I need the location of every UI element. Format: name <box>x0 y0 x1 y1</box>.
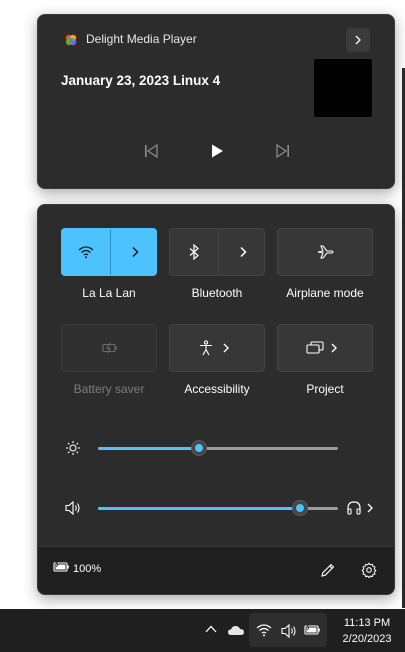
battery-saver-tile-label: Battery saver <box>73 382 145 396</box>
album-art <box>314 59 372 117</box>
project-display-icon <box>306 341 337 354</box>
accessibility-tile[interactable] <box>169 324 265 372</box>
wifi-expand-button[interactable] <box>111 229 158 275</box>
bluetooth-toggle-button[interactable] <box>170 229 218 275</box>
battery-saver-icon <box>102 342 117 354</box>
system-tray-quick-settings-button[interactable] <box>249 613 327 647</box>
show-hidden-icons-button[interactable] <box>205 624 217 634</box>
media-track-title: January 23, 2023 Linux 4 <box>61 73 221 88</box>
chevron-right-icon <box>355 35 361 45</box>
media-app-name: Delight Media Player <box>86 32 197 46</box>
speaker-volume-icon <box>64 500 82 516</box>
brightness-slider-fill <box>98 447 199 450</box>
battery-percentage: 100% <box>73 563 102 575</box>
next-track-button[interactable] <box>271 139 295 163</box>
media-controls <box>38 139 394 163</box>
battery-saver-tile[interactable] <box>61 324 157 372</box>
volume-slider[interactable] <box>98 501 338 515</box>
next-track-icon <box>276 143 289 159</box>
brightness-slider-thumb[interactable] <box>191 441 206 455</box>
bluetooth-icon <box>189 244 199 260</box>
bluetooth-expand-button[interactable] <box>219 229 266 275</box>
media-flyout: Delight Media Player January 23, 2023 Li… <box>37 14 395 189</box>
bluetooth-tile <box>169 228 265 276</box>
previous-track-icon <box>145 143 158 159</box>
brightness-slider[interactable] <box>98 441 338 455</box>
headphones-icon <box>347 501 373 515</box>
chevron-right-icon <box>239 246 247 258</box>
clock-date: 2/20/2023 <box>342 633 392 645</box>
speaker-volume-icon <box>280 623 298 639</box>
bluetooth-tile-label: Bluetooth <box>191 286 243 300</box>
clock-time: 11:13 PM <box>343 617 391 629</box>
previous-track-button[interactable] <box>139 139 163 163</box>
wifi-tile-label: La La Lan <box>82 286 136 300</box>
battery-saver-button[interactable] <box>62 325 158 371</box>
chevron-right-icon <box>131 246 139 258</box>
wifi-icon <box>78 246 94 259</box>
open-media-app-button[interactable] <box>346 28 370 52</box>
volume-slider-fill <box>98 507 300 510</box>
airplane-mode-tile-label: Airplane mode <box>286 286 364 300</box>
settings-button[interactable] <box>361 562 377 578</box>
audio-output-button[interactable] <box>346 499 376 517</box>
brightness-row <box>38 436 394 460</box>
edit-quick-settings-button[interactable] <box>320 562 336 578</box>
volume-slider-thumb[interactable] <box>292 501 307 515</box>
accessibility-tile-label: Accessibility <box>184 382 250 396</box>
quick-settings-panel: La La Lan Bluetooth Airplane mode Batter… <box>37 204 395 595</box>
volume-row <box>38 496 394 520</box>
project-tile-label: Project <box>306 382 344 396</box>
wifi-toggle-button[interactable] <box>62 229 110 275</box>
project-button[interactable] <box>278 325 374 371</box>
pencil-icon <box>321 563 335 577</box>
wifi-tile <box>61 228 157 276</box>
wifi-icon <box>256 623 272 637</box>
accessibility-icon <box>200 340 229 356</box>
quick-settings-footer: 100% <box>38 546 394 594</box>
airplane-icon <box>317 245 334 259</box>
accessibility-button[interactable] <box>170 325 266 371</box>
project-tile[interactable] <box>277 324 373 372</box>
play-button[interactable] <box>205 139 229 163</box>
media-app-logo-icon <box>64 33 78 47</box>
gear-icon <box>361 562 377 578</box>
battery-icon <box>304 623 322 637</box>
brightness-icon <box>65 440 81 456</box>
chevron-up-icon <box>205 625 217 633</box>
play-icon <box>212 144 223 158</box>
onedrive-cloud-icon[interactable] <box>227 624 245 636</box>
airplane-mode-tile[interactable] <box>277 228 373 276</box>
taskbar: 11:13 PM 2/20/2023 <box>0 609 405 652</box>
battery-status-icon[interactable] <box>53 560 71 574</box>
airplane-mode-button[interactable] <box>278 229 374 275</box>
